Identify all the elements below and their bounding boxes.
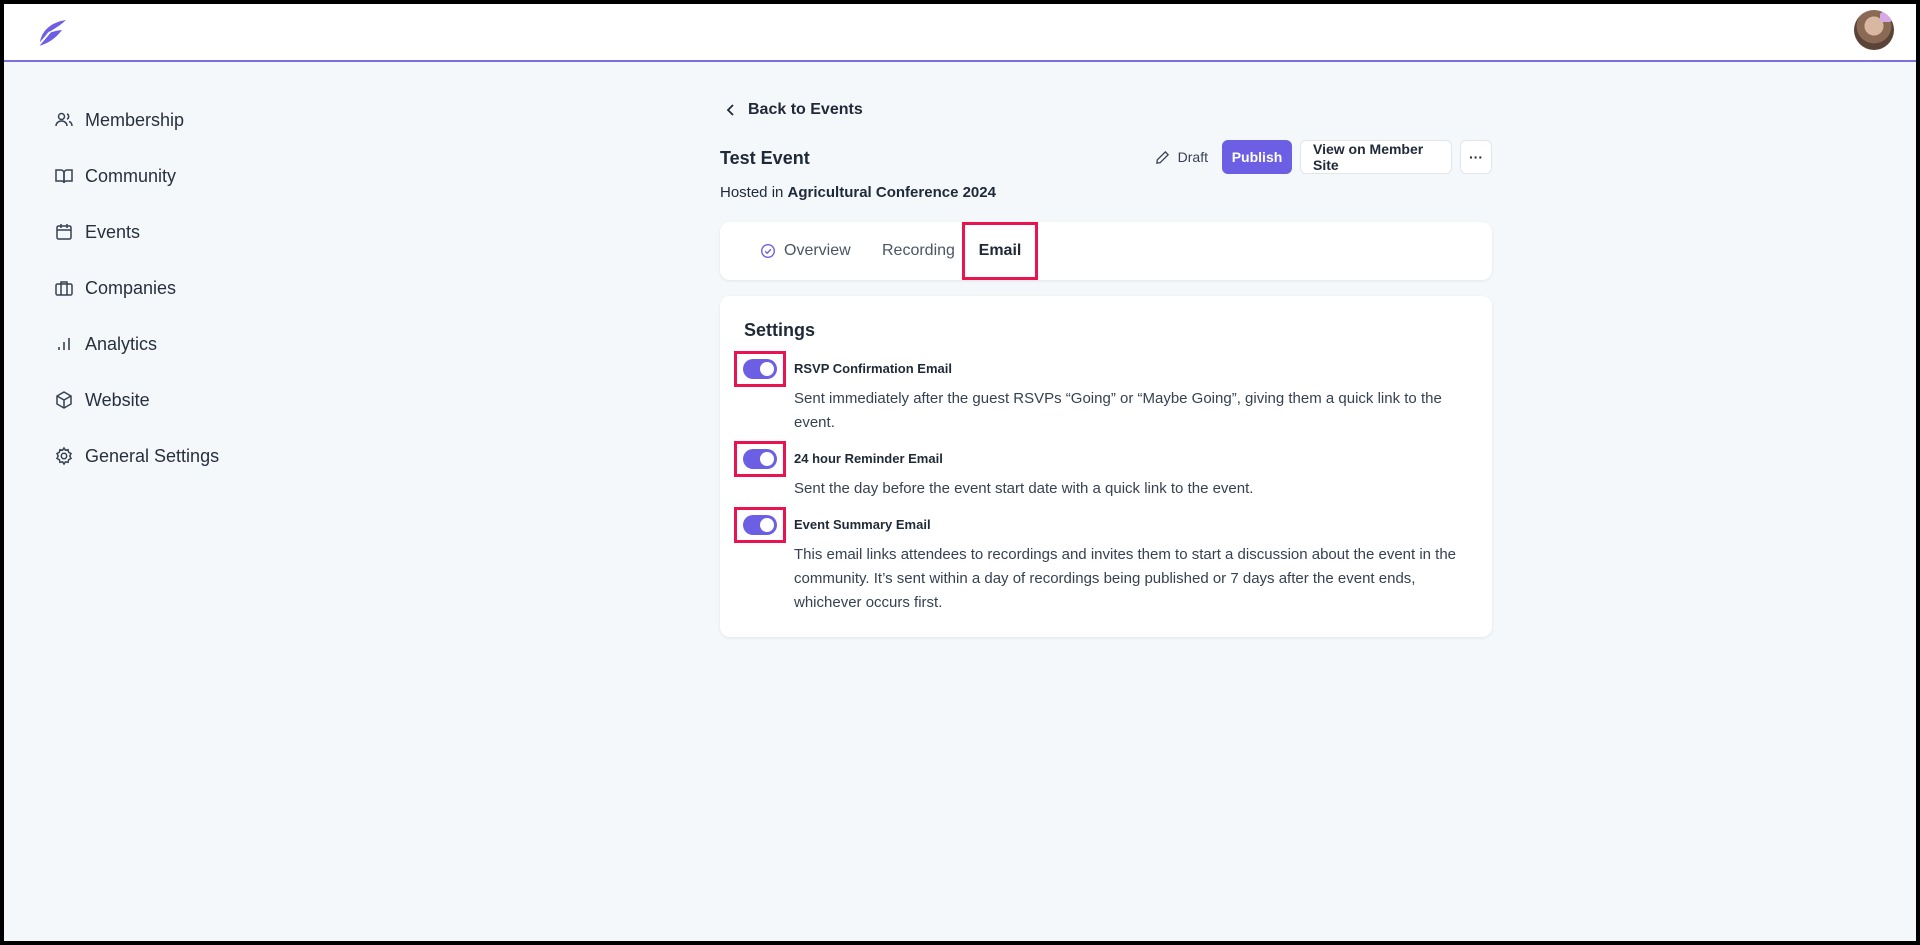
more-options-button[interactable]: ···: [1460, 140, 1492, 174]
users-icon: [54, 110, 74, 130]
user-avatar[interactable]: [1854, 10, 1894, 50]
setting-24-hour-reminder: 24 hour Reminder Email Sent the day befo…: [734, 441, 1468, 501]
sidebar-item-community[interactable]: Community: [54, 148, 294, 204]
event-header: Test Event Draft Publish View on Member …: [720, 138, 1492, 178]
draft-label: Draft: [1177, 149, 1208, 165]
cube-icon: [54, 390, 74, 410]
setting-label: RSVP Confirmation Email: [794, 361, 952, 376]
top-bar: [4, 4, 1916, 62]
sidebar-item-label: Community: [85, 165, 177, 186]
toggle-highlight: [734, 351, 786, 387]
tab-label: Overview: [784, 242, 851, 259]
hosted-event-name[interactable]: Agricultural Conference 2024: [788, 184, 996, 201]
sidebar-item-label: Analytics: [85, 333, 158, 354]
bar-chart-icon: [54, 334, 74, 354]
brand-logo-icon[interactable]: [30, 12, 70, 52]
toggle-highlight: [734, 507, 786, 543]
tab-label: Recording: [882, 242, 955, 259]
setting-label: Event Summary Email: [794, 517, 931, 532]
sidebar-item-companies[interactable]: Companies: [54, 260, 294, 316]
draft-button[interactable]: Draft: [1155, 149, 1208, 165]
sidebar-item-events[interactable]: Events: [54, 204, 294, 260]
setting-description: Sent immediately after the guest RSVPs “…: [794, 390, 1442, 431]
back-link-label: Back to Events: [748, 101, 863, 118]
tab-recording[interactable]: Recording: [882, 222, 955, 280]
calendar-icon: [54, 222, 74, 242]
tab-label: Email: [978, 242, 1022, 259]
sidebar: Membership Community Events Companies An…: [54, 92, 294, 484]
reminder-email-toggle[interactable]: [743, 449, 777, 469]
app-window: Membership Community Events Companies An…: [4, 4, 1916, 941]
check-circle-icon: [760, 243, 776, 259]
view-on-member-site-button[interactable]: View on Member Site: [1300, 140, 1452, 174]
book-icon: [54, 166, 74, 186]
tab-overview[interactable]: Overview: [760, 222, 851, 280]
main-content: Back to Events Test Event Draft Publish …: [720, 92, 1492, 637]
tab-email[interactable]: Email: [962, 222, 1038, 280]
sidebar-item-label: General Settings: [85, 445, 220, 466]
hosted-in-text: Hosted in Agricultural Conference 2024: [720, 180, 1492, 206]
toggle-highlight: [734, 441, 786, 477]
setting-rsvp-confirmation: RSVP Confirmation Email Sent immediately…: [734, 351, 1468, 435]
setting-event-summary: Event Summary Email This email links att…: [734, 507, 1468, 615]
event-actions: Draft Publish View on Member Site ···: [1155, 140, 1492, 174]
chevron-left-icon: [726, 104, 734, 116]
hosted-prefix: Hosted in: [720, 184, 784, 201]
settings-card: Settings RSVP Confirmation Email Sent im…: [720, 296, 1492, 637]
sidebar-item-label: Companies: [85, 277, 177, 298]
sidebar-item-label: Website: [85, 389, 150, 410]
back-to-events-link[interactable]: Back to Events: [720, 92, 1492, 128]
sidebar-item-label: Membership: [85, 109, 185, 130]
rsvp-confirmation-toggle[interactable]: [743, 359, 777, 379]
tab-bar: Overview Recording Email: [720, 222, 1492, 280]
setting-description: Sent the day before the event start date…: [794, 480, 1254, 497]
event-summary-toggle[interactable]: [743, 515, 777, 535]
publish-button[interactable]: Publish: [1222, 140, 1292, 174]
briefcase-icon: [54, 278, 74, 298]
sidebar-item-label: Events: [85, 221, 141, 242]
pencil-icon: [1155, 150, 1169, 164]
page-title: Test Event: [720, 147, 810, 168]
gear-icon: [54, 446, 74, 466]
sidebar-item-membership[interactable]: Membership: [54, 92, 294, 148]
setting-description: This email links attendees to recordings…: [794, 546, 1457, 611]
settings-title: Settings: [744, 320, 816, 340]
sidebar-item-website[interactable]: Website: [54, 372, 294, 428]
sidebar-item-general-settings[interactable]: General Settings: [54, 428, 294, 484]
setting-label: 24 hour Reminder Email: [794, 451, 943, 466]
sidebar-item-analytics[interactable]: Analytics: [54, 316, 294, 372]
